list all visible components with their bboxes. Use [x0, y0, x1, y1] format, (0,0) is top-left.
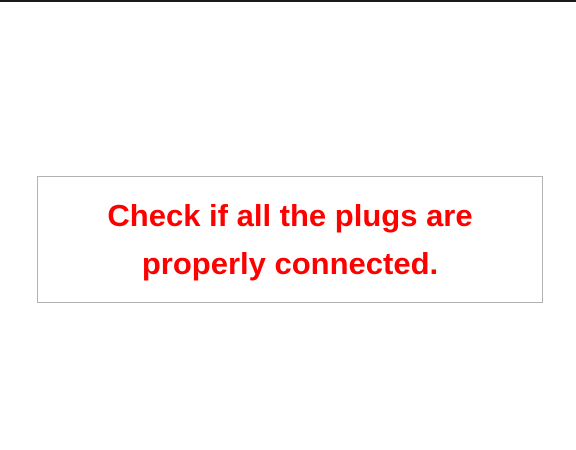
- top-divider: [0, 0, 576, 2]
- connection-warning-message: Check if all the plugs are properly conn…: [107, 197, 473, 281]
- alert-screen: Check if all the plugs are properly conn…: [0, 0, 576, 450]
- message-box: Check if all the plugs are properly conn…: [37, 176, 543, 303]
